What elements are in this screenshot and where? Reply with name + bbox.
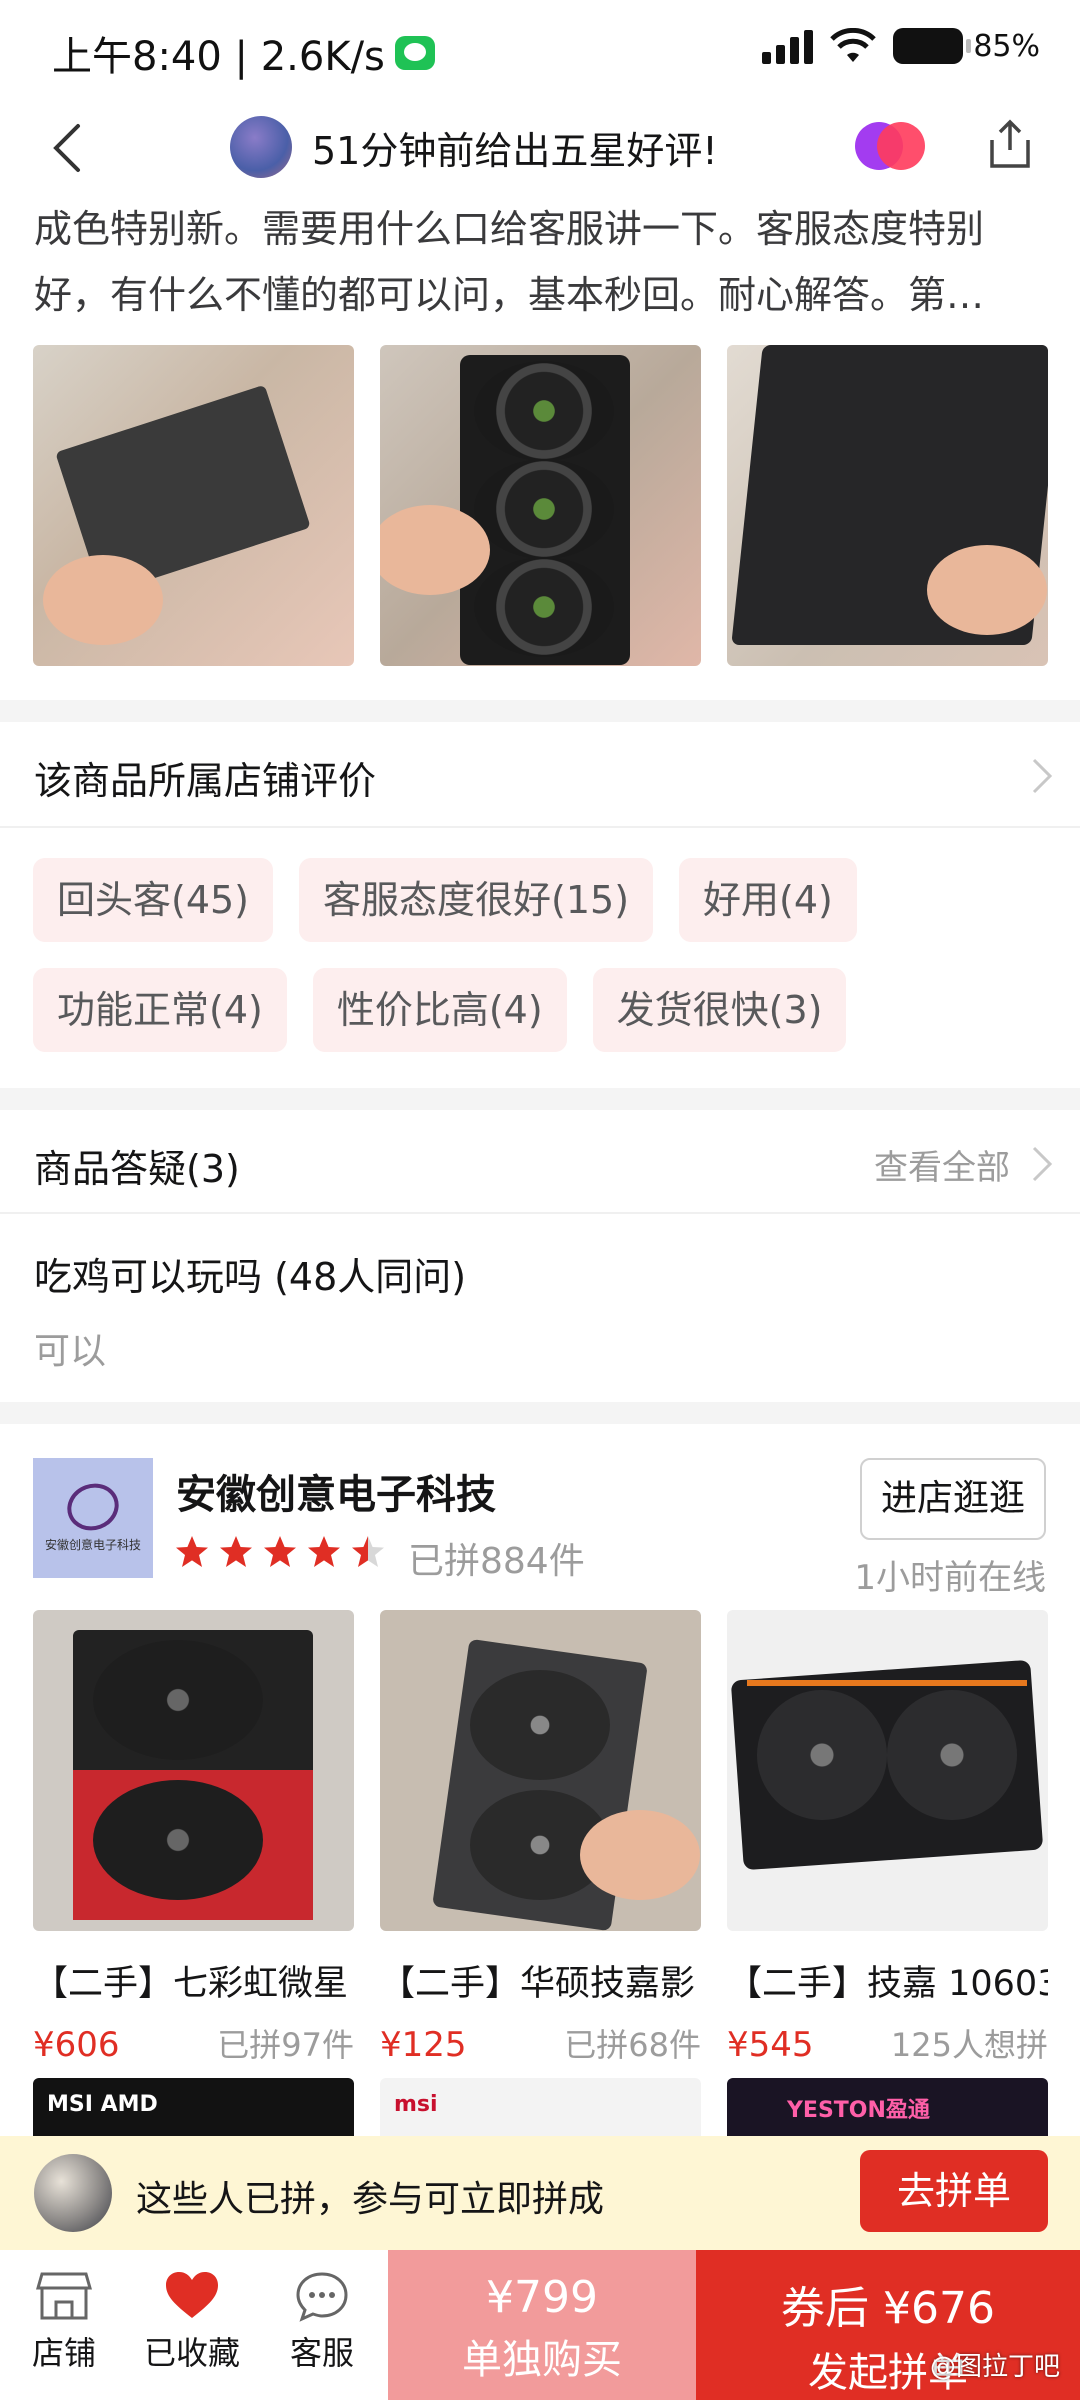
status-time-speed: 上午8:40 | 2.6K/s: [52, 34, 385, 80]
group-user-avatar: [34, 2154, 112, 2232]
review-photo-3[interactable]: [727, 345, 1048, 666]
star-icon: [308, 1536, 340, 1567]
review-tag[interactable]: 性价比高(4): [312, 968, 567, 1052]
section-divider: [0, 1088, 1080, 1110]
group-price: 券后 ¥676: [781, 2283, 995, 2334]
chevron-right-icon[interactable]: [1030, 756, 1056, 796]
tab-customer-service-label: 客服: [289, 2334, 354, 2372]
product-card[interactable]: 【二手】华硕技嘉影 ¥125 已拼68件: [380, 1610, 701, 2066]
product-card[interactable]: 【二手】七彩虹微星 ¥606 已拼97件: [33, 1610, 354, 2066]
product-title: 【二手】七彩虹微星: [33, 1964, 349, 2004]
nav-bar: 51分钟前给出五星好评!: [0, 100, 1080, 200]
next-products-row: MSI AMD msi YESTON盈通: [33, 2078, 1048, 2138]
wifi-icon: [830, 28, 877, 62]
status-right: 85%: [762, 28, 1040, 64]
shop-online-status: 1小时前在线: [854, 1558, 1046, 1598]
nav-title: 51分钟前给出五星好评!: [312, 128, 718, 173]
section-line: [0, 1212, 1080, 1214]
product-image[interactable]: [727, 1610, 1048, 1931]
share-button[interactable]: [980, 114, 1040, 174]
pdd-logo-icon[interactable]: [855, 122, 925, 172]
review-tag[interactable]: 好用(4): [679, 858, 857, 942]
review-photo-1[interactable]: [33, 345, 354, 666]
product-sold: 125人想拼: [890, 2026, 1048, 2064]
section-divider: [0, 1402, 1080, 1424]
product-image-text: MSI AMD: [47, 2092, 158, 2117]
qa-question[interactable]: 吃鸡可以玩吗 (48人同问): [34, 1246, 466, 1301]
qa-view-all-link[interactable]: 查看全部: [874, 1140, 1010, 1189]
review-tags: 回头客(45) 客服态度很好(15) 好用(4) 功能正常(4) 性价比高(4)…: [33, 858, 1053, 1052]
section-line: [0, 826, 1080, 828]
review-tag[interactable]: 回头客(45): [33, 858, 274, 942]
heart-icon: [166, 2272, 218, 2318]
review-tag[interactable]: 发货很快(3): [592, 968, 847, 1052]
review-tag[interactable]: 功能正常(4): [33, 968, 287, 1052]
chevron-left-icon: [53, 124, 80, 172]
section-divider: [0, 700, 1080, 722]
wechat-notification-icon: [394, 36, 435, 70]
product-price: ¥125: [380, 2025, 467, 2065]
shop-logo-text: 安徽创意电子科技: [44, 1537, 141, 1552]
single-label: 单独购买: [462, 2337, 622, 2383]
review-tag[interactable]: 客服态度很好(15): [299, 858, 654, 942]
product-price: ¥606: [33, 2025, 120, 2065]
product-title: 【二手】技嘉 10603: [727, 1964, 1048, 2004]
group-buy-text: 这些人已拼，参与可立即拼成: [136, 2179, 605, 2220]
review-photos: [33, 345, 1048, 666]
review-photo-2[interactable]: [380, 345, 701, 666]
watermark-text: @图拉丁吧: [929, 2352, 1060, 2382]
status-left: 上午8:40 | 2.6K/s: [52, 24, 435, 82]
star-icon: [176, 1536, 208, 1567]
battery-icon: [893, 28, 972, 64]
visit-shop-button[interactable]: 进店逛逛: [860, 1458, 1046, 1540]
product-sold: 已拼68件: [564, 2026, 701, 2064]
product-card[interactable]: 【二手】技嘉 10603 ¥545 125人想拼: [727, 1610, 1048, 2066]
tab-customer-service[interactable]: 客服: [262, 2270, 382, 2374]
qa-title: 商品答疑(3): [34, 1147, 240, 1191]
product-image-text: YESTON盈通: [787, 2098, 930, 2123]
product-title: 【二手】华硕技嘉影: [380, 1964, 696, 2004]
back-button[interactable]: [40, 118, 100, 178]
status-bar: 上午8:40 | 2.6K/s 85%: [0, 0, 1080, 100]
shop-reviews-title[interactable]: 该商品所属店铺评价: [34, 750, 376, 805]
buy-single-button[interactable]: ¥799 单独购买: [388, 2250, 696, 2400]
product-image[interactable]: YESTON盈通: [727, 2078, 1048, 2138]
bottom-action-bar: 店铺 已收藏 客服 ¥799 单独购买 券后 ¥676 发起拼单: [0, 2250, 1080, 2400]
join-group-button[interactable]: 去拼单: [860, 2150, 1048, 2232]
battery-level: 85%: [973, 28, 1040, 64]
group-buy-bar: 这些人已拼，参与可立即拼成 去拼单: [0, 2136, 1080, 2250]
shop-sold-count: 已拼884件: [408, 1541, 585, 1582]
product-image[interactable]: [33, 1610, 354, 1931]
shop-products: 【二手】七彩虹微星 ¥606 已拼97件 【二手】华硕技嘉影 ¥125 已拼68…: [33, 1610, 1048, 2066]
product-image-text: msi: [394, 2092, 438, 2117]
shop-rating-stars: [174, 1534, 386, 1570]
chat-icon: [296, 2272, 348, 2322]
shop-logo[interactable]: 安徽创意电子科技: [33, 1458, 153, 1578]
reviewer-avatar: [230, 116, 292, 178]
share-icon: [990, 119, 1030, 168]
product-image[interactable]: msi: [380, 2078, 701, 2138]
shop-name[interactable]: 安徽创意电子科技: [176, 1462, 496, 1520]
signal-icon: [762, 28, 814, 64]
chevron-right-icon[interactable]: [1030, 1144, 1056, 1184]
tab-favorited-label: 已收藏: [143, 2334, 240, 2372]
star-icon: [220, 1536, 252, 1567]
star-icon: [352, 1536, 384, 1567]
tab-shop-label: 店铺: [31, 2334, 96, 2372]
shop-icon: [36, 2272, 92, 2320]
star-icon: [264, 1536, 296, 1567]
nav-review-banner: 51分钟前给出五星好评!: [230, 116, 718, 178]
product-image[interactable]: [380, 1610, 701, 1931]
review-text: 成色特别新。需要用什么口给客服讲一下。客服态度特别好，有什么不懂的都可以问，基本…: [34, 207, 985, 317]
product-image[interactable]: MSI AMD: [33, 2078, 354, 2138]
tab-shop[interactable]: 店铺: [4, 2270, 124, 2374]
product-price: ¥545: [727, 2025, 814, 2065]
qa-answer: 可以: [34, 1331, 107, 1372]
product-sold: 已拼97件: [217, 2026, 354, 2064]
single-price: ¥799: [486, 2272, 598, 2323]
tab-favorited[interactable]: 已收藏: [132, 2270, 252, 2374]
